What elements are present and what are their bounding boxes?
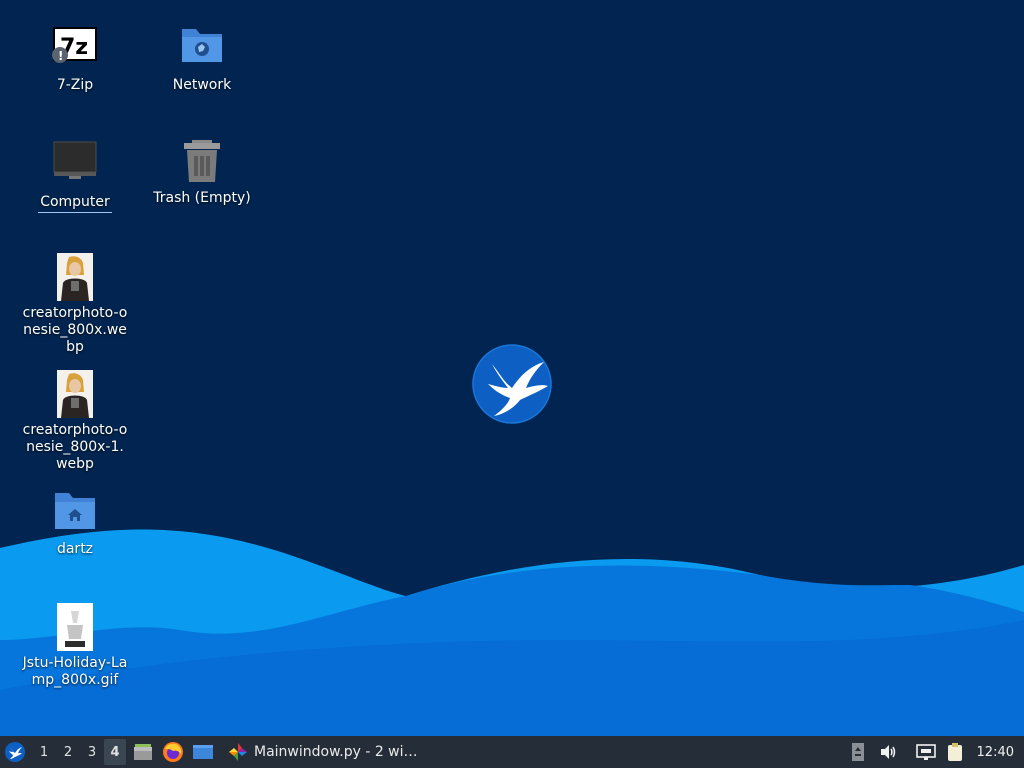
- taskbar: 1 2 3 4 Mainwindow.py - 2 wi… 12:40: [0, 736, 1024, 768]
- start-menu-button[interactable]: [0, 736, 30, 768]
- desktop-icon-label: creatorphoto-onesie_800x-1.webp: [22, 422, 128, 472]
- workspace-4-button[interactable]: 4: [104, 739, 126, 765]
- computer-monitor-icon: [51, 138, 99, 186]
- firefox-icon: [163, 742, 183, 762]
- image-thumbnail-icon: [51, 603, 99, 651]
- wallpaper: [0, 0, 1024, 736]
- desktop-icon-label: Jstu-Holiday-Lamp_800x.gif: [22, 655, 128, 688]
- notification-area-button[interactable]: [847, 736, 869, 768]
- task-button-mainwindow[interactable]: Mainwindow.py - 2 wi…: [222, 736, 424, 768]
- clock[interactable]: 12:40: [969, 736, 1024, 768]
- show-desktop-icon: [193, 745, 213, 759]
- network-folder-icon: [178, 25, 226, 73]
- desktop-icon-computer[interactable]: Computer: [15, 138, 135, 213]
- desktop-icon-7zip[interactable]: 7z ! 7-Zip: [15, 25, 135, 94]
- desktop-icon-image-file[interactable]: Jstu-Holiday-Lamp_800x.gif: [15, 603, 135, 689]
- volume-button[interactable]: [873, 736, 903, 768]
- 7zip-archive-icon: 7z !: [51, 25, 99, 73]
- image-thumbnail-icon: [51, 253, 99, 301]
- workspace-3-button[interactable]: 3: [80, 736, 104, 768]
- svg-text:!: !: [58, 49, 63, 63]
- desktop-icon-label: creatorphoto-onesie_800x.webp: [22, 305, 128, 355]
- workspace-2-button[interactable]: 2: [56, 736, 80, 768]
- desktop-icon-label: dartz: [56, 541, 94, 557]
- workspace-1-button[interactable]: 1: [32, 736, 56, 768]
- desktop-icon-image-file[interactable]: creatorphoto-onesie_800x.webp: [15, 253, 135, 356]
- firefox-launcher[interactable]: [158, 736, 188, 768]
- desktop-icon-image-file[interactable]: creatorphoto-onesie_800x-1.webp: [15, 370, 135, 473]
- clipboard-button[interactable]: [941, 736, 969, 768]
- desktop-icon-label: 7-Zip: [56, 77, 94, 93]
- desktop-icon-label: Trash (Empty): [153, 190, 251, 206]
- show-desktop-button[interactable]: [188, 736, 218, 768]
- home-folder-icon: [51, 489, 99, 537]
- clipboard-icon: [947, 743, 962, 761]
- desktop-icon-trash[interactable]: Trash (Empty): [142, 138, 262, 207]
- hummingbird-logo-icon: [5, 742, 25, 762]
- network-icon: [915, 744, 936, 760]
- network-button[interactable]: [911, 736, 941, 768]
- task-title: Mainwindow.py - 2 wi…: [254, 744, 418, 760]
- hummingbird-logo-icon: [472, 344, 552, 424]
- file-manager-icon: [134, 744, 152, 760]
- desktop-icon-label: Computer: [38, 194, 112, 213]
- volume-icon: [880, 745, 895, 759]
- image-thumbnail-icon: [51, 370, 99, 418]
- desktop[interactable]: 7z ! 7-Zip Network Computer Trash (Empty…: [0, 0, 1024, 736]
- desktop-icon-label: Network: [172, 77, 232, 93]
- desktop-icon-network[interactable]: Network: [142, 25, 262, 94]
- trash-icon: [178, 138, 226, 186]
- notification-icon: [851, 743, 864, 761]
- app-window-icon: [229, 743, 247, 761]
- file-manager-launcher[interactable]: [128, 736, 158, 768]
- desktop-icon-home-folder[interactable]: dartz: [15, 489, 135, 558]
